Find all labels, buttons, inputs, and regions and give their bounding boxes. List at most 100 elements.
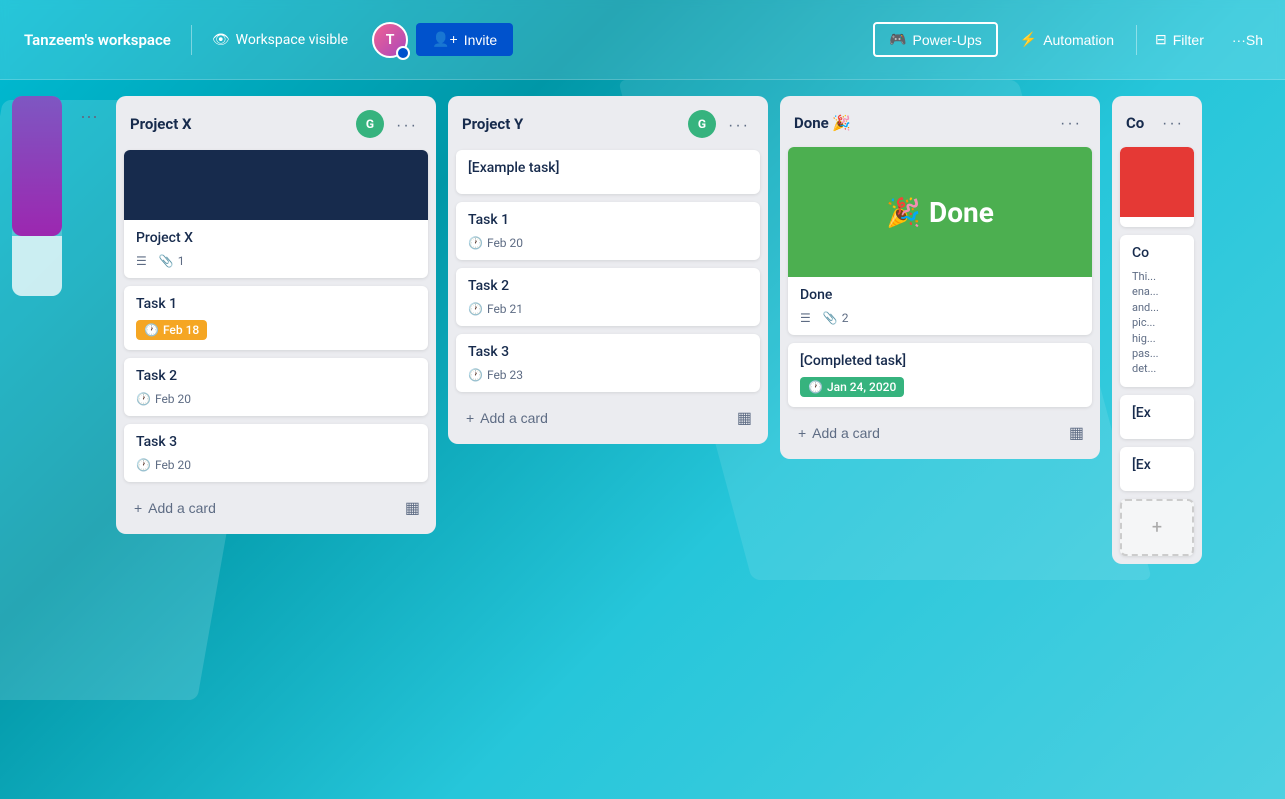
date-badge-yellow: 🕐 Feb 18 <box>136 320 207 340</box>
attach-icon: 📎 <box>159 254 174 268</box>
powerups-button[interactable]: 🎮 Power-Ups <box>873 22 998 57</box>
filter-icon: ⊟ <box>1155 31 1167 48</box>
card-meta-task3-x: 🕐 Feb 20 <box>136 458 416 472</box>
card-partial-text: Thi...ena...and...pic...hig...pas...det.… <box>1132 269 1182 377</box>
attach-icon-done: 📎 <box>823 311 838 325</box>
card-task3-y[interactable]: Task 3 🕐 Feb 23 <box>456 334 760 392</box>
card-partial-title-2: Co <box>1132 245 1182 261</box>
card-task1-y[interactable]: Task 1 🕐 Feb 20 <box>456 202 760 260</box>
card-template-btn-x[interactable]: ▦ <box>401 494 424 522</box>
date-item-task2-x: 🕐 Feb 20 <box>136 392 191 406</box>
column-menu-dots-done: ··· <box>1060 115 1082 132</box>
col-more-left-btn[interactable]: ··· <box>74 104 104 129</box>
more-nav-button[interactable]: ··· Sh <box>1222 25 1273 55</box>
card-template-btn-y[interactable]: ▦ <box>733 404 756 432</box>
card-title-project-x: Project X <box>136 230 416 246</box>
card-task2-y[interactable]: Task 2 🕐 Feb 21 <box>456 268 760 326</box>
automation-button[interactable]: ⚡ Automation <box>1006 24 1128 55</box>
card-meta-task1-y: 🕐 Feb 20 <box>468 236 748 250</box>
card-done-cover[interactable]: 🎉 Done Done ☰ 📎 2 <box>788 147 1092 335</box>
add-card-btn-x[interactable]: + Add a card <box>128 492 401 524</box>
card-meta-project-x: ☰ 📎 1 <box>136 254 416 268</box>
add-card-footer-y: + Add a card ▦ <box>456 400 760 436</box>
powerups-icon: 🎮 <box>889 31 906 48</box>
done-cover-text: Done <box>929 196 994 229</box>
card-partial-5[interactable]: + <box>1120 499 1194 556</box>
card-meta-attach: 📎 1 <box>159 254 185 268</box>
card-project-x-cover[interactable]: Project X ☰ 📎 1 <box>124 150 428 278</box>
add-card-btn-y[interactable]: + Add a card <box>460 402 733 434</box>
add-card-label-x: Add a card <box>148 500 216 516</box>
card-task3-x[interactable]: Task 3 🕐 Feb 20 <box>124 424 428 482</box>
card-meta-done: ☰ 📎 2 <box>800 311 1080 325</box>
list-icon: ☰ <box>136 254 147 268</box>
column-menu-project-y[interactable]: ··· <box>722 112 756 137</box>
card-meta-completed: 🕐 Jan 24, 2020 <box>800 377 1080 397</box>
collapsed-color <box>12 96 62 236</box>
avatar-badge <box>396 46 410 60</box>
invite-label: Invite <box>464 32 497 48</box>
collapsed-bottom <box>12 236 62 296</box>
column-project-x: Project X G ··· Project X ☰ 📎 1 Task 1 <box>116 96 436 534</box>
card-title-completed: [Completed task] <box>800 353 1080 369</box>
card-partial-1[interactable] <box>1120 147 1194 227</box>
column-title-partial: Co <box>1126 114 1150 132</box>
date-badge-green: 🕐 Jan 24, 2020 <box>800 377 904 397</box>
card-example-y[interactable]: [Example task] <box>456 150 760 194</box>
column-menu-dots-y: ··· <box>728 117 750 134</box>
card-partial-4[interactable]: [Ex <box>1120 447 1194 491</box>
workspace-label[interactable]: Tanzeem's workspace <box>12 25 183 55</box>
clock-icon-y2: 🕐 <box>468 302 483 316</box>
card-cover-green: 🎉 Done <box>788 147 1092 277</box>
user-avatar-container[interactable]: T <box>372 22 408 58</box>
column-title-project-x: Project X <box>130 115 350 133</box>
add-card-label-y: Add a card <box>480 410 548 426</box>
date-item-task3-x: 🕐 Feb 20 <box>136 458 191 472</box>
column-menu-project-x[interactable]: ··· <box>390 112 424 137</box>
column-done: Done 🎉 ··· 🎉 Done Done ☰ 📎 2 <box>780 96 1100 459</box>
invite-button[interactable]: 👤+ Invite <box>416 23 513 56</box>
date-label-y3: Feb 23 <box>487 368 523 382</box>
invite-icon: 👤+ <box>432 31 458 48</box>
add-card-label-done: Add a card <box>812 425 880 441</box>
more-nav-label: Sh <box>1246 32 1263 48</box>
clock-icon-2: 🕐 <box>136 392 151 406</box>
collapsed-column[interactable] <box>12 96 62 296</box>
column-project-y: Project Y G ··· [Example task] Task 1 🕐 … <box>448 96 768 444</box>
add-icon-y: + <box>466 410 474 426</box>
card-meta-list-done: ☰ <box>800 311 811 325</box>
card-title-task2-x: Task 2 <box>136 368 416 384</box>
card-meta-task3-y: 🕐 Feb 23 <box>468 368 748 382</box>
card-completed-task[interactable]: [Completed task] 🕐 Jan 24, 2020 <box>788 343 1092 407</box>
column-menu-dots-partial: ··· <box>1162 115 1184 132</box>
date-item-task2-y: 🕐 Feb 21 <box>468 302 523 316</box>
clock-icon-done: 🕐 <box>808 380 823 394</box>
add-icon-x: + <box>134 500 142 516</box>
card-partial-2[interactable]: Co Thi...ena...and...pic...hig...pas...d… <box>1120 235 1194 387</box>
powerups-label: Power-Ups <box>913 32 982 48</box>
filter-button[interactable]: ⊟ Filter <box>1145 24 1214 55</box>
navbar: Tanzeem's workspace 👁 Workspace visible … <box>0 0 1285 80</box>
clock-icon-3: 🕐 <box>136 458 151 472</box>
card-title-done: Done <box>800 287 1080 303</box>
workspace-visibility[interactable]: 👁 Workspace visible <box>200 26 360 54</box>
column-menu-partial[interactable]: ··· <box>1156 110 1190 135</box>
card-partial-title-3: [Ex <box>1132 405 1182 421</box>
card-partial-3[interactable]: [Ex <box>1120 395 1194 439</box>
clock-icon-y1: 🕐 <box>468 236 483 250</box>
card-task2-x[interactable]: Task 2 🕐 Feb 20 <box>124 358 428 416</box>
card-template-btn-done[interactable]: ▦ <box>1065 419 1088 447</box>
column-header-project-y: Project Y G ··· <box>456 106 760 142</box>
more-nav-dots: ··· <box>1232 32 1246 48</box>
column-title-project-y: Project Y <box>462 115 682 133</box>
date-label-3: Feb 20 <box>155 458 191 472</box>
card-task1-x[interactable]: Task 1 🕐 Feb 18 <box>124 286 428 350</box>
add-card-footer-done: + Add a card ▦ <box>788 415 1092 451</box>
column-menu-done[interactable]: ··· <box>1054 110 1088 135</box>
add-card-footer-x: + Add a card ▦ <box>124 490 428 526</box>
card-title-task3-x: Task 3 <box>136 434 416 450</box>
add-card-btn-done[interactable]: + Add a card <box>792 417 1065 449</box>
card-title-task1-y: Task 1 <box>468 212 748 228</box>
clock-icon: 🕐 <box>144 323 159 337</box>
attach-count-done: 2 <box>842 311 849 325</box>
